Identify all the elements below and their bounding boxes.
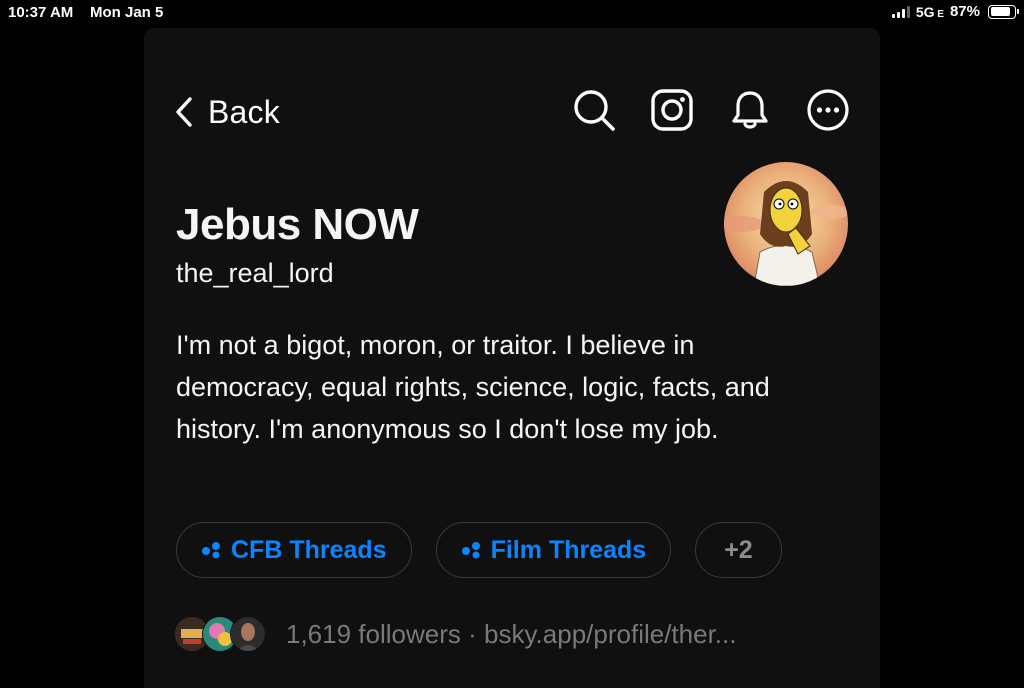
- chip-film-threads[interactable]: Film Threads: [435, 522, 672, 578]
- profile-bio: I'm not a bigot, moron, or traitor. I be…: [176, 330, 770, 444]
- chevron-left-icon: [176, 97, 192, 127]
- follower-avatars[interactable]: [174, 616, 266, 652]
- profile-avatar[interactable]: [724, 162, 848, 286]
- search-icon[interactable]: [572, 88, 616, 132]
- followers-row: 1,619 followers · bsky.app/profile/ther.…: [174, 616, 736, 652]
- status-time: 10:37 AM: [8, 4, 74, 21]
- status-indicators: 5G E 87%: [891, 3, 1019, 20]
- separator: ·: [468, 618, 477, 649]
- bell-icon[interactable]: [728, 88, 772, 132]
- chip-more[interactable]: +2: [695, 522, 782, 578]
- instagram-icon[interactable]: [650, 88, 694, 132]
- profile-handle: the_real_lord: [176, 258, 334, 288]
- follower-avatar: [230, 616, 266, 652]
- header-actions: [572, 88, 850, 132]
- community-chips: CFB Threads Film Threads +2: [176, 522, 782, 578]
- battery-icon: [988, 4, 1019, 19]
- chip-cfb-threads[interactable]: CFB Threads: [176, 522, 412, 578]
- status-bar: 10:37 AM Mon Jan 5 5G E 87%: [0, 0, 1024, 26]
- back-label: Back: [208, 93, 280, 130]
- profile-name: Jebus NOW: [176, 200, 419, 249]
- threads-community-icon: [461, 542, 480, 559]
- chip-label: CFB Threads: [231, 535, 387, 564]
- threads-community-icon: [202, 542, 220, 559]
- followers-count[interactable]: 1,619 followers: [286, 619, 461, 649]
- status-date: Mon Jan 5: [90, 4, 164, 21]
- profile-panel: Back Jebus NOW the_real_lord I'm not a b…: [144, 28, 880, 688]
- network-type: 5G E: [915, 3, 944, 20]
- followers-info: 1,619 followers · bsky.app/profile/ther.…: [286, 619, 736, 650]
- back-button[interactable]: Back: [174, 92, 280, 132]
- battery-percent: 87%: [949, 3, 980, 20]
- cellular-signal-icon: [891, 5, 910, 18]
- chip-label: +2: [724, 535, 753, 564]
- more-icon[interactable]: [806, 88, 850, 132]
- chip-label: Film Threads: [490, 535, 647, 564]
- profile-link[interactable]: bsky.app/profile/ther...: [484, 619, 736, 649]
